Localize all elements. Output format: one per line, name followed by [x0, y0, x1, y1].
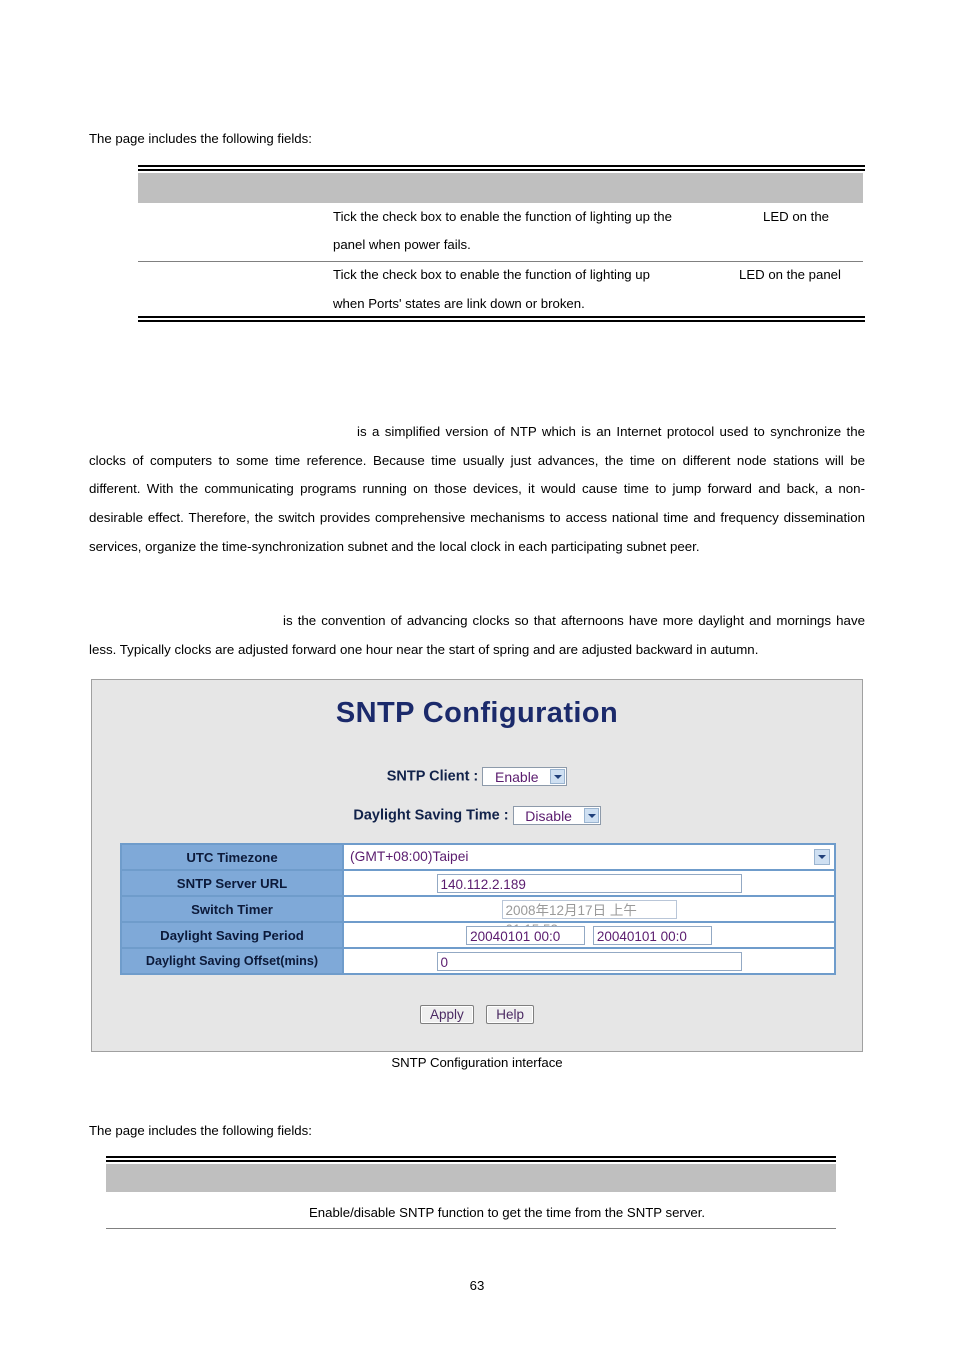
page-number: 63 — [469, 1278, 485, 1293]
daylight-saving-time-row: Daylight Saving Time : Disable — [92, 806, 862, 825]
label-utc-timezone: UTC Timezone — [121, 844, 343, 870]
paragraph-daylight-text: is the convention of advancing clocks so… — [89, 613, 865, 657]
apply-button[interactable]: Apply — [420, 1005, 474, 1024]
daylight-saving-time-label: Daylight Saving Time : — [353, 807, 509, 824]
switch-timer-input: 2008年12月17日 上午 01:15:53 — [501, 899, 677, 937]
table-bottom-rule — [106, 1228, 836, 1229]
row-description-line1-tail: LED on the panel — [739, 267, 841, 282]
daylight-saving-time-select[interactable]: Disable — [512, 806, 601, 825]
lead-in-text-bottom: The page includes the following fields: — [89, 1123, 312, 1138]
value-daylight-saving-offset: 0 — [343, 948, 835, 974]
lead-in-text-top: The page includes the following fields: — [89, 131, 312, 146]
row-description: Enable/disable SNTP function to get the … — [309, 1205, 706, 1220]
chevron-down-icon[interactable] — [583, 808, 599, 823]
value-daylight-saving-period: 20040101 00:0 20040101 00:0 — [343, 922, 835, 948]
label-sntp-server-url: SNTP Server URL — [121, 870, 343, 896]
value-sntp-server-url: 140.112.2.189 — [343, 870, 835, 896]
table-top-rule — [106, 1156, 836, 1162]
value-utc-timezone: (GMT+08:00)Taipei — [343, 844, 835, 870]
table-top-rule — [138, 165, 865, 171]
sntp-client-row: SNTP Client : Enable — [92, 767, 862, 786]
table-header-band — [106, 1164, 836, 1192]
figure-caption: SNTP Configuration interface — [391, 1055, 563, 1070]
sntp-configuration-panel: SNTP Configuration SNTP Client : Enable … — [91, 679, 863, 1052]
daylight-saving-offset-input[interactable]: 0 — [436, 951, 742, 971]
label-daylight-saving-offset: Daylight Saving Offset(mins) — [121, 948, 343, 974]
row-description-line2: when Ports' states are link down or brok… — [333, 296, 585, 311]
row-divider — [138, 261, 863, 262]
sntp-panel-title: SNTP Configuration — [335, 697, 619, 729]
daylight-saving-time-selected-value: Disable — [525, 808, 572, 824]
table-row-daylight-saving-period: Daylight Saving Period 20040101 00:0 200… — [121, 922, 835, 948]
row-description-line1-tail: LED on the — [763, 209, 829, 224]
chevron-down-icon[interactable] — [814, 849, 830, 865]
table-bottom-rule — [138, 316, 865, 322]
paragraph-sntp: is a simplified version of NTP which is … — [89, 418, 865, 562]
paragraph-daylight: is the convention of advancing clocks so… — [89, 607, 865, 664]
table-header-band — [138, 173, 863, 203]
table-row-daylight-saving-offset: Daylight Saving Offset(mins) 0 — [121, 948, 835, 974]
daylight-saving-period-start-input[interactable]: 20040101 00:0 — [466, 925, 586, 945]
utc-timezone-selected-value: (GMT+08:00)Taipei — [350, 849, 469, 864]
label-daylight-saving-period: Daylight Saving Period — [121, 922, 343, 948]
help-button[interactable]: Help — [486, 1005, 534, 1024]
chevron-down-icon[interactable] — [550, 769, 566, 784]
sntp-panel-buttons: Apply Help — [92, 1005, 862, 1024]
row-description-line2: panel when power fails. — [333, 237, 471, 252]
sntp-client-select[interactable]: Enable — [482, 767, 568, 786]
sntp-client-label: SNTP Client : — [386, 768, 479, 785]
paragraph-sntp-text: is a simplified version of NTP which is … — [89, 424, 865, 554]
sntp-client-selected-value: Enable — [495, 769, 539, 785]
row-description-line1: Tick the check box to enable the functio… — [333, 267, 650, 282]
sntp-server-url-input[interactable]: 140.112.2.189 — [436, 873, 742, 893]
utc-timezone-select[interactable]: (GMT+08:00)Taipei — [344, 845, 834, 869]
value-switch-timer: 2008年12月17日 上午 01:15:53 — [343, 896, 835, 937]
table-row-utc-timezone: UTC Timezone (GMT+08:00)Taipei — [121, 844, 835, 870]
table-row-switch-timer: Switch Timer 2008年12月17日 上午 01:15:53 — [121, 896, 835, 937]
label-switch-timer: Switch Timer — [121, 896, 343, 922]
row-description-line1: Tick the check box to enable the functio… — [333, 209, 672, 224]
sntp-settings-table: UTC Timezone (GMT+08:00)Taipei SNTP Serv… — [120, 843, 836, 975]
daylight-saving-period-end-input[interactable]: 20040101 00:0 — [592, 925, 712, 945]
table-row-sntp-server-url: SNTP Server URL 140.112.2.189 — [121, 870, 835, 896]
